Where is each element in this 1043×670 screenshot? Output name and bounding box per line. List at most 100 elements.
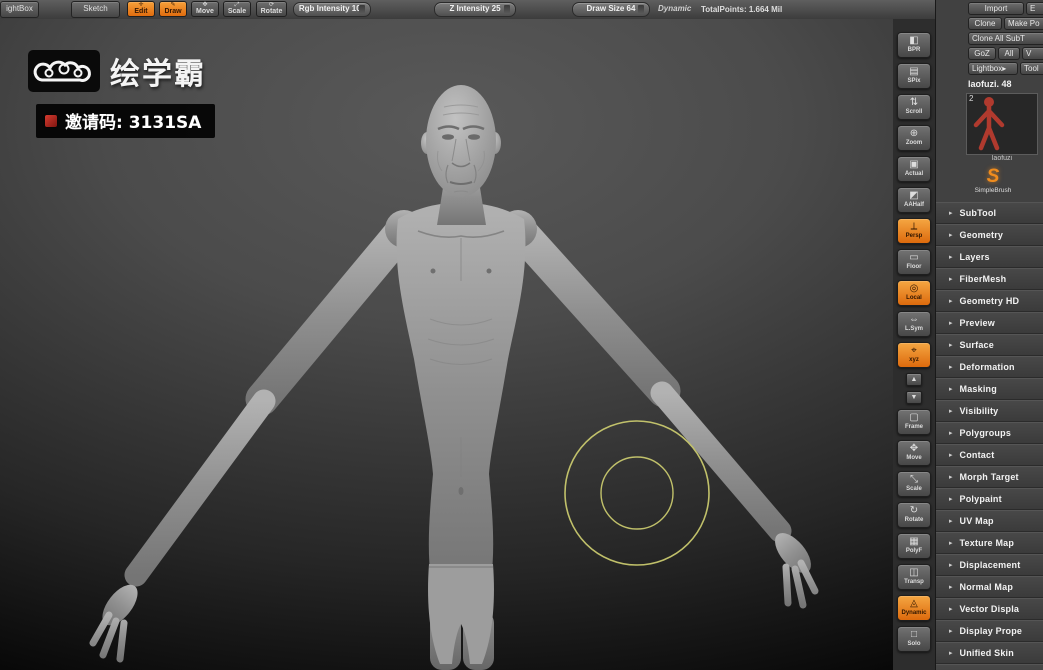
chevron-right-icon: ▸ [949,561,953,569]
sculpt-viewport[interactable]: 绘学霸 邀请码: 3131SA [0,19,893,670]
palette-section[interactable]: ▸ Geometry [936,224,1043,246]
make-polymesh-button[interactable]: Make Po [1004,17,1043,30]
shelf-button-icon: ⇅ [909,97,919,108]
shelf-button-label: Local [906,295,922,301]
shelf-button[interactable]: ▤ SPix [897,63,931,89]
palette-section[interactable]: ▸ Unified Skin [936,642,1043,664]
palette-section-label: Geometry HD [959,296,1020,306]
shelf-button[interactable]: ↻ Rotate [897,502,931,528]
draw-size-slider[interactable]: Draw Size 64 [572,2,650,17]
shelf-button-icon: ⌖ [911,345,917,356]
shelf-button-label: Floor [906,264,922,270]
palette-section[interactable]: ▸ Surface [936,334,1043,356]
palette-section-label: Surface [959,340,994,350]
tools-button[interactable]: Tool [1020,62,1043,75]
shelf-button-icon: ▼ [910,393,918,401]
rgb-intensity-slider[interactable]: Rgb Intensity 100 [293,2,371,17]
palette-section[interactable]: ▸ Deformation [936,356,1043,378]
palette-section[interactable]: ▸ Vector Displa [936,598,1043,620]
shelf-button-label: Move [906,455,922,461]
palette-section[interactable]: ▸ Visibility [936,400,1043,422]
shelf-button-icon: ⇔ [909,314,919,325]
chevron-right-icon: ▸ [949,627,953,635]
palette-section-label: Contact [959,450,995,460]
palette-section[interactable]: ▸ Contact [936,444,1043,466]
chevron-right-icon: ▸ [949,495,953,503]
shelf-button[interactable]: ◧ BPR [897,32,931,58]
shelf-button[interactable]: ◬ Dynamic [897,595,931,621]
palette-section[interactable]: ▸ Polypaint [936,488,1043,510]
palette-section[interactable]: ▸ Preview [936,312,1043,334]
shelf-button[interactable]: ▭ Floor [897,249,931,275]
palette-section[interactable]: ▸ Masking [936,378,1043,400]
tool-mode-button[interactable]: ✎ Draw [159,1,187,17]
shelf-button-label: L.Sym [904,326,923,332]
palette-section-label: Texture Map [959,538,1015,548]
palette-section[interactable]: ▸ Polygroups [936,422,1043,444]
shelf-button-label: Transp [904,579,924,585]
palette-section[interactable]: ▸ Texture Map [936,532,1043,554]
tool-mode-button[interactable]: ⤢ Scale [223,1,251,17]
import-tool-button[interactable]: Import [968,2,1024,15]
shelf-button[interactable]: ✥ Move [897,440,931,466]
tool-mode-button[interactable]: ✥ Move [191,1,219,17]
palette-section[interactable]: ▸ Displacement [936,554,1043,576]
shelf-button[interactable]: ⌖ xyz [897,342,931,368]
shelf-button-label: AAHalf [903,202,924,208]
palette-section[interactable]: ▸ Layers [936,246,1043,268]
shelf-button[interactable]: ▲ [906,373,922,386]
shelf-button[interactable]: ◎ Local [897,280,931,306]
palette-section[interactable]: ▸ UV Map [936,510,1043,532]
shelf-button[interactable]: ▢ Frame [897,409,931,435]
shelf-button[interactable]: ▦ PolyF [897,533,931,559]
palette-section[interactable]: ▸ Import [936,664,1043,670]
shelf-button[interactable]: ⇅ Scroll [897,94,931,120]
shelf-button[interactable]: ◩ AAHalf [897,187,931,213]
palette-section-label: Visibility [959,406,999,416]
goz-visible-button[interactable]: V [1022,47,1043,60]
quick-sketch-button[interactable]: Sketch [71,1,120,18]
shelf-button-icon: ◧ [909,35,919,46]
shelf-button[interactable]: ◫ Transp [897,564,931,590]
tool-mode-button[interactable]: ✛ Edit [127,1,155,17]
export-tool-button[interactable]: E [1026,2,1043,15]
palette-section[interactable]: ▸ Display Prope [936,620,1043,642]
palette-section-label: Masking [959,384,997,394]
shelf-button[interactable]: □ Solo [897,626,931,652]
active-tool-thumbnail[interactable]: 2 [966,93,1038,155]
palette-section-label: FiberMesh [959,274,1007,284]
shelf-button-label: Dynamic [901,610,927,616]
shelf-button[interactable]: ⟂ Persp [897,218,931,244]
palette-section[interactable]: ▸ SubTool [936,202,1043,224]
shelf-button-icon: ⟂ [910,221,918,232]
shelf-button[interactable]: ▣ Actual [897,156,931,182]
shelf-button[interactable]: ▼ [906,391,922,404]
palette-section[interactable]: ▸ Normal Map [936,576,1043,598]
chevron-right-icon: ▸ [949,319,953,327]
palette-section-label: Vector Displa [959,604,1020,614]
shelf-button[interactable]: ⇔ L.Sym [897,311,931,337]
clone-button[interactable]: Clone [968,17,1002,30]
palette-section-label: UV Map [959,516,994,526]
palette-section[interactable]: ▸ FiberMesh [936,268,1043,290]
palette-section[interactable]: ▸ Geometry HD [936,290,1043,312]
palette-section-label: Normal Map [959,582,1014,592]
shelf-button[interactable]: ⊕ Zoom [897,125,931,151]
clone-all-subtools-button[interactable]: Clone All SubT [968,32,1043,45]
palette-section-label: Layers [959,252,990,262]
lightbox-button[interactable]: ightBox [0,1,39,18]
goz-all-button[interactable]: All [998,47,1020,60]
lightbox-tools-button[interactable]: Lightbox▸ [968,62,1018,75]
chevron-right-icon: ▸ [949,583,953,591]
tool-sections: ▸ SubTool ▸ Geometry ▸ Layers ▸ FiberMes… [936,202,1043,670]
shelf-button[interactable]: ⤡ Scale [897,471,931,497]
goz-button[interactable]: GoZ [968,47,996,60]
tool-mode-button[interactable]: ⟳ Rotate [256,1,287,17]
shelf-button-icon: ◎ [909,283,919,294]
active-brush[interactable]: S SimpleBrush [970,167,1016,195]
z-intensity-slider[interactable]: Z Intensity 25 [434,2,516,17]
palette-section[interactable]: ▸ Morph Target [936,466,1043,488]
total-points-label: TotalPoints: 1.664 Mil [701,5,783,14]
shelf-button-icon: ⤡ [910,474,918,485]
tool-palette: Import E Clone Make Po Clone All SubT Go… [935,0,1043,670]
